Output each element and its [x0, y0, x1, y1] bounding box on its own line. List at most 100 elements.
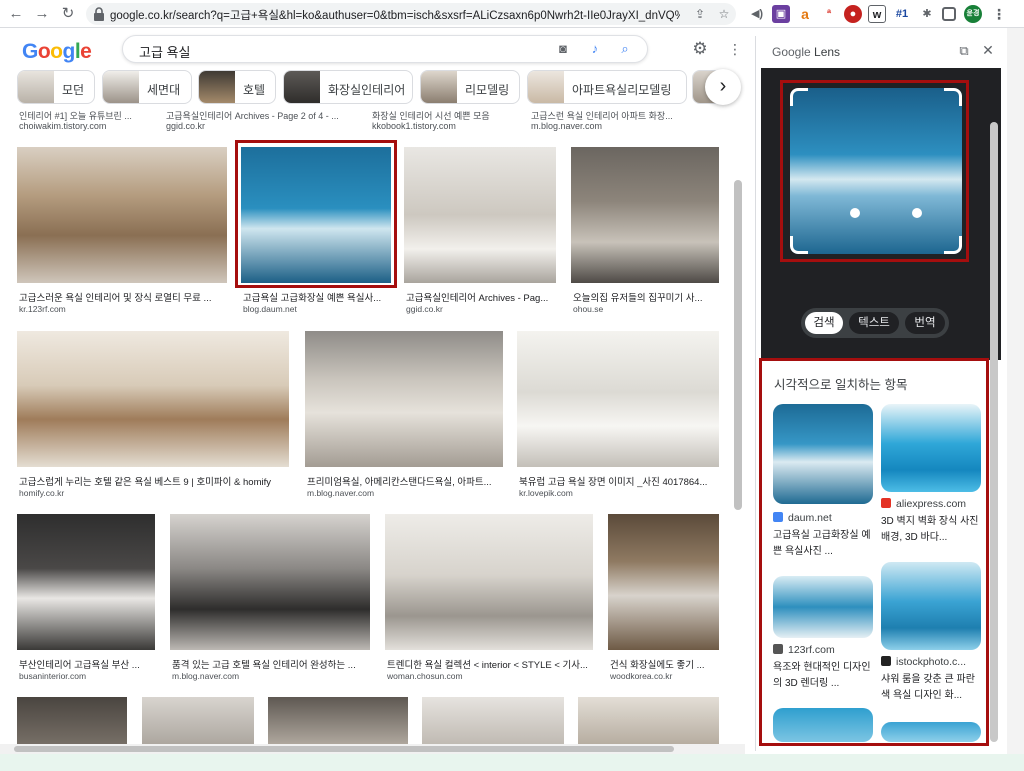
side-panel-icon[interactable]	[942, 7, 956, 21]
match-thumbnail	[881, 722, 981, 742]
image-result[interactable]	[142, 697, 254, 749]
result-thumbnail	[268, 697, 408, 749]
image-result[interactable]: 부산인테리어 고급욕실 부산 ... busaninterior.com	[17, 514, 155, 684]
image-result[interactable]	[422, 697, 564, 749]
segment-search[interactable]: 검색	[805, 312, 843, 334]
lens-dot-marker[interactable]	[850, 208, 860, 218]
search-query[interactable]: 고급 욕실	[139, 42, 190, 61]
visual-match-card[interactable]	[881, 722, 981, 742]
crop-corner-handle[interactable]	[944, 236, 962, 254]
image-result[interactable]: 고급스러운 욕실 인테리어 및 장식 로열티 무료 ... kr.123rf.c…	[17, 147, 227, 317]
extension-icon[interactable]: ▣	[772, 5, 790, 23]
image-result[interactable]: 건식 화장실에도 좋기 ... woodkorea.co.kr	[608, 514, 719, 684]
results-vertical-scrollbar[interactable]	[734, 180, 742, 510]
chip-thumbnail	[528, 71, 564, 103]
image-result[interactable]: 품격 있는 고급 호텔 욕실 인테리어 완성하는 ... m.blog.nave…	[170, 514, 370, 684]
result-thumbnail	[142, 697, 254, 749]
result-thumbnail	[571, 147, 719, 283]
speaker-extension-icon[interactable]: ◀)	[748, 5, 766, 23]
chip-bathroom-interior[interactable]: 화장실인테리어	[283, 70, 413, 104]
badge-extension-icon[interactable]: #1	[892, 5, 912, 23]
lens-title: Google Lens	[772, 45, 841, 59]
record-extension-icon[interactable]: ●	[844, 5, 862, 23]
result-thumbnail	[578, 697, 719, 749]
match-source: istockphoto.c...	[881, 656, 966, 668]
visual-matches-title: 시각적으로 일치하는 항목	[774, 378, 908, 392]
open-in-new-tab-icon[interactable]: ⧉	[956, 43, 972, 59]
visual-match-card[interactable]: istockphoto.c... 샤워 룸을 갖춘 큰 파란색 욕실 디자인 화…	[881, 562, 981, 722]
address-bar[interactable]: google.co.kr/search?q=고급+욕실&hl=ko&authus…	[86, 3, 736, 25]
puzzle-extensions-icon[interactable]: ✱	[918, 5, 936, 23]
result-thumbnail	[385, 514, 593, 650]
browser-menu-icon[interactable]: ⋮	[990, 5, 1008, 23]
result-thumbnail	[422, 697, 564, 749]
result-thumbnail	[608, 514, 719, 650]
image-result[interactable]: 프리미엄욕실, 아메리칸스탠다드욕실, 아파트... m.blog.naver.…	[305, 331, 503, 501]
camera-search-icon[interactable]: ◙	[555, 41, 571, 57]
crop-corner-handle[interactable]	[790, 88, 808, 106]
image-result[interactable]: 북유럽 고급 욕실 장면 이미지 _사진 4017864... kr.lovep…	[517, 331, 719, 501]
image-result[interactable]: 고급스럽게 누리는 호텔 같은 욕실 베스트 9 | 호미파이 & homify…	[17, 331, 289, 501]
image-result[interactable]	[268, 697, 408, 749]
image-result[interactable]: 고급욕실인테리어 Archives - Pag... ggid.co.kr	[404, 147, 556, 317]
result-source: ggid.co.kr	[166, 121, 206, 131]
close-icon[interactable]: ✕	[980, 42, 996, 58]
segment-translate[interactable]: 번역	[905, 312, 945, 334]
lens-mode-segmented-control: 검색 텍스트 번역	[801, 308, 949, 338]
segment-text[interactable]: 텍스트	[849, 312, 899, 334]
results-horizontal-scrollbar[interactable]	[14, 746, 674, 752]
visual-match-card[interactable]: daum.net 고급욕실 고급화장실 예쁜 욕실사진 ...	[773, 404, 873, 564]
match-thumbnail	[773, 708, 873, 742]
profile-avatar[interactable]: 윤경	[964, 5, 982, 23]
match-caption: 욕조와 현대적인 디자인의 3D 렌더링 ...	[773, 662, 871, 689]
google-logo[interactable]: Google	[22, 40, 92, 64]
visual-match-card[interactable]: aliexpress.com 3D 벽지 벽화 장식 사진 배경, 3D 바다.…	[881, 404, 981, 564]
back-arrow-icon[interactable]: ←	[6, 4, 26, 24]
aliexpress-favicon-icon	[881, 498, 891, 508]
visual-match-card[interactable]	[773, 708, 873, 742]
chip-hotel[interactable]: 호텔	[198, 70, 276, 104]
chip-thumbnail	[18, 71, 54, 103]
lens-scrollbar[interactable]	[990, 122, 998, 742]
chip-modern[interactable]: 모던	[17, 70, 95, 104]
image-result-selected[interactable]: 고급욕실 고급화장실 예쁜 욕실사... blog.daum.net	[241, 147, 391, 317]
result-thumbnail	[170, 514, 370, 650]
amazon-extension-icon[interactable]: a	[796, 5, 814, 23]
match-thumbnail	[773, 576, 873, 638]
chip-remodeling[interactable]: 리모델링	[420, 70, 520, 104]
forward-arrow-icon[interactable]: →	[32, 4, 52, 24]
mic-icon[interactable]: ♪	[587, 41, 603, 57]
crop-corner-handle[interactable]	[944, 88, 962, 106]
search-icon[interactable]: ⌕	[617, 41, 633, 57]
result-thumbnail	[17, 514, 155, 650]
word-extension-icon[interactable]: w	[868, 5, 886, 23]
chip-thumbnail	[103, 71, 139, 103]
bookmark-star-icon[interactable]: ☆	[716, 6, 732, 22]
apps-menu-icon[interactable]: ⋮	[728, 39, 742, 59]
match-source: aliexpress.com	[881, 498, 966, 510]
url-text: google.co.kr/search?q=고급+욕실&hl=ko&authus…	[110, 10, 680, 22]
reload-icon[interactable]: ↻	[58, 4, 78, 24]
result-source: kkobook1.tistory.com	[372, 121, 456, 131]
image-result[interactable]	[578, 697, 719, 749]
image-search-results: Google 고급 욕실 ◙ ♪ ⌕ ⚙ ⋮ 모던 세면대 호텔 화장실인테리어…	[0, 29, 745, 751]
settings-gear-icon[interactable]: ⚙	[690, 39, 710, 59]
result-thumbnail	[241, 147, 391, 283]
result-thumbnail	[517, 331, 719, 467]
image-result[interactable]	[17, 697, 127, 749]
lens-dot-marker[interactable]	[912, 208, 922, 218]
lens-selected-image[interactable]	[790, 88, 962, 254]
chip-thumbnail	[284, 71, 320, 103]
taskbar-strip	[0, 754, 1024, 771]
result-source: m.blog.naver.com	[531, 121, 603, 131]
search-box[interactable]: 고급 욕실 ◙ ♪ ⌕	[122, 35, 648, 63]
chip-apartment-bathroom-remodeling[interactable]: 아파트욕실리모델링	[527, 70, 687, 104]
image-result[interactable]: 트렌디한 욕실 컬렉션 < interior < STYLE < 기사... w…	[385, 514, 593, 684]
crop-corner-handle[interactable]	[790, 236, 808, 254]
match-thumbnail	[773, 404, 873, 504]
chips-next-arrow-icon[interactable]: ›	[705, 69, 741, 105]
share-icon[interactable]: ⇪	[692, 6, 708, 22]
translate-extension-icon[interactable]: ª	[820, 5, 838, 23]
chip-washbasin[interactable]: 세면대	[102, 70, 192, 104]
image-result[interactable]: 오늘의집 유저들의 집꾸미기 사... ohou.se	[571, 147, 719, 317]
